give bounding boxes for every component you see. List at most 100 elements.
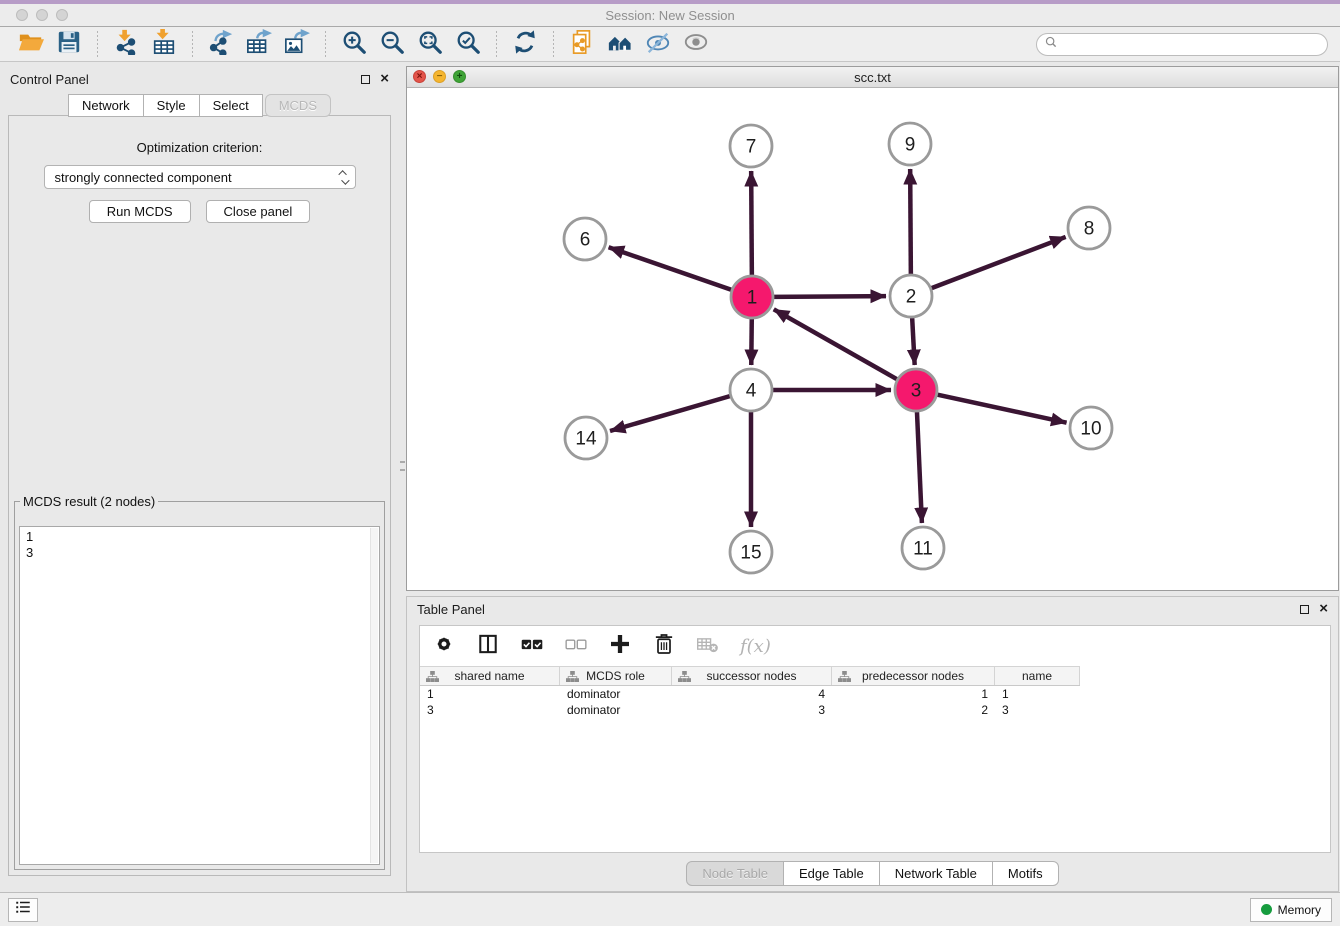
create-column-button[interactable] xyxy=(608,632,632,661)
open-session-button[interactable] xyxy=(15,29,47,59)
close-panel-button[interactable]: Close panel xyxy=(206,200,311,223)
graph-edge-4-14[interactable] xyxy=(610,396,730,431)
network-canvas[interactable]: 7968124314101511 xyxy=(407,89,1338,590)
table-cell[interactable]: 1 xyxy=(420,686,560,702)
tab-edge-table[interactable]: Edge Table xyxy=(784,861,880,886)
checked-boxes-icon xyxy=(520,632,544,661)
panel-splitter-handle[interactable] xyxy=(399,458,405,480)
graph-edge-2-8[interactable] xyxy=(932,237,1066,288)
tab-select[interactable]: Select xyxy=(200,94,263,117)
tab-mcds[interactable]: MCDS xyxy=(265,94,331,117)
export-image-button[interactable] xyxy=(281,29,313,59)
delete-column-button[interactable] xyxy=(652,632,676,661)
graph-edge-1-6[interactable] xyxy=(609,247,732,290)
table-row[interactable]: 3dominator323 xyxy=(420,702,1330,718)
graph-edge-1-2[interactable] xyxy=(774,296,886,297)
table-cell[interactable]: 3 xyxy=(672,702,832,718)
main-toolbar xyxy=(0,27,1340,62)
run-mcds-button[interactable]: Run MCDS xyxy=(89,200,191,223)
unchecked-boxes-icon xyxy=(564,632,588,661)
graph-node-label: 6 xyxy=(580,230,591,251)
import-table-button[interactable] xyxy=(148,29,180,59)
close-panel-icon[interactable]: × xyxy=(380,74,389,84)
status-bar: Memory xyxy=(0,892,1340,926)
graph-edge-2-9[interactable] xyxy=(910,169,911,274)
zoom-out-button[interactable] xyxy=(376,29,408,59)
mcds-panel-body: Optimization criterion: strongly connect… xyxy=(8,115,391,876)
search-input[interactable] xyxy=(1062,37,1319,51)
network-file-icon xyxy=(569,29,595,60)
show-log-button[interactable] xyxy=(8,898,38,922)
tab-network-table[interactable]: Network Table xyxy=(880,861,993,886)
optimization-criterion-label: Optimization criterion: xyxy=(9,140,390,155)
tab-node-table[interactable]: Node Table xyxy=(686,861,784,886)
result-scrollbar[interactable] xyxy=(370,528,378,863)
column-header-name[interactable]: name xyxy=(995,667,1080,685)
table-panel-title: Table Panel xyxy=(417,602,485,617)
select-all-columns-button[interactable] xyxy=(520,632,544,661)
graph-edge-1-7[interactable] xyxy=(751,171,752,275)
import-network-button[interactable] xyxy=(110,29,142,59)
table-body: 1dominator4113dominator323 xyxy=(420,686,1330,718)
mcds-result-text[interactable]: 13 xyxy=(19,526,380,865)
table-cell[interactable]: dominator xyxy=(560,702,672,718)
control-panel: Control Panel × Network Style Select MCD… xyxy=(0,66,399,878)
hide-panel-button[interactable] xyxy=(642,29,674,59)
unselect-all-columns-button[interactable] xyxy=(564,632,588,661)
table-row[interactable]: 1dominator411 xyxy=(420,686,1330,702)
table-cell[interactable]: 3 xyxy=(995,702,1080,718)
export-table-button[interactable] xyxy=(243,29,275,59)
table-cell[interactable]: 1 xyxy=(832,686,995,702)
dropdown-stepper-icon xyxy=(341,170,349,185)
graph-node-label: 15 xyxy=(740,543,761,564)
table-cell[interactable]: 2 xyxy=(832,702,995,718)
toolbar-separator xyxy=(192,31,193,57)
show-all-networks-button[interactable] xyxy=(604,29,636,59)
network-graph[interactable]: 7968124314101511 xyxy=(407,89,1338,590)
graph-edge-3-1[interactable] xyxy=(774,309,897,379)
network-view-window: × − + scc.txt 7968124314101511 xyxy=(406,66,1339,591)
table-cell[interactable]: 4 xyxy=(672,686,832,702)
column-header-shared-name[interactable]: shared name xyxy=(420,667,560,685)
graph-node-label: 9 xyxy=(905,135,916,156)
graph-edge-2-3[interactable] xyxy=(912,318,915,365)
toolbar-separator xyxy=(496,31,497,57)
toolbar-separator xyxy=(325,31,326,57)
column-header-mcds-role[interactable]: MCDS role xyxy=(560,667,672,685)
apply-layout-button[interactable] xyxy=(509,29,541,59)
control-panel-tabs: Network Style Select MCDS xyxy=(0,94,399,117)
tab-motifs[interactable]: Motifs xyxy=(993,861,1059,886)
graph-node-label: 4 xyxy=(746,381,757,402)
column-header-successor-nodes[interactable]: successor nodes xyxy=(672,667,832,685)
tab-style[interactable]: Style xyxy=(144,94,200,117)
float-table-panel-icon[interactable] xyxy=(1300,605,1309,614)
column-header-predecessor-nodes[interactable]: predecessor nodes xyxy=(832,667,995,685)
graph-edge-3-11[interactable] xyxy=(917,412,922,523)
table-toolbar: f(x) xyxy=(420,626,1330,666)
graph-edge-3-10[interactable] xyxy=(937,395,1066,423)
table-cell[interactable]: 3 xyxy=(420,702,560,718)
table-settings-button[interactable] xyxy=(432,632,456,661)
zoom-selected-button[interactable] xyxy=(452,29,484,59)
titlebar-accent xyxy=(0,0,1340,4)
close-table-panel-icon[interactable]: × xyxy=(1319,604,1328,614)
export-network-button[interactable] xyxy=(205,29,237,59)
tab-network[interactable]: Network xyxy=(68,94,144,117)
float-panel-icon[interactable] xyxy=(361,75,370,84)
graph-node-label: 2 xyxy=(906,287,917,308)
save-session-button[interactable] xyxy=(53,29,85,59)
table-cell[interactable]: 1 xyxy=(995,686,1080,702)
sitemap-icon xyxy=(678,671,691,682)
table-cell[interactable]: dominator xyxy=(560,686,672,702)
zoom-fit-button[interactable] xyxy=(414,29,446,59)
optimization-criterion-select[interactable]: strongly connected component xyxy=(44,165,356,189)
window-title: Session: New Session xyxy=(0,8,1340,23)
memory-label: Memory xyxy=(1278,903,1321,917)
dropdown-selected-value: strongly connected component xyxy=(55,170,341,185)
zoom-in-button[interactable] xyxy=(338,29,370,59)
toggle-column-view-button[interactable] xyxy=(476,632,500,661)
network-window-titlebar[interactable]: × − + scc.txt xyxy=(407,67,1338,88)
memory-button[interactable]: Memory xyxy=(1250,898,1332,922)
show-panel-button[interactable] xyxy=(680,29,712,59)
new-network-button[interactable] xyxy=(566,29,598,59)
